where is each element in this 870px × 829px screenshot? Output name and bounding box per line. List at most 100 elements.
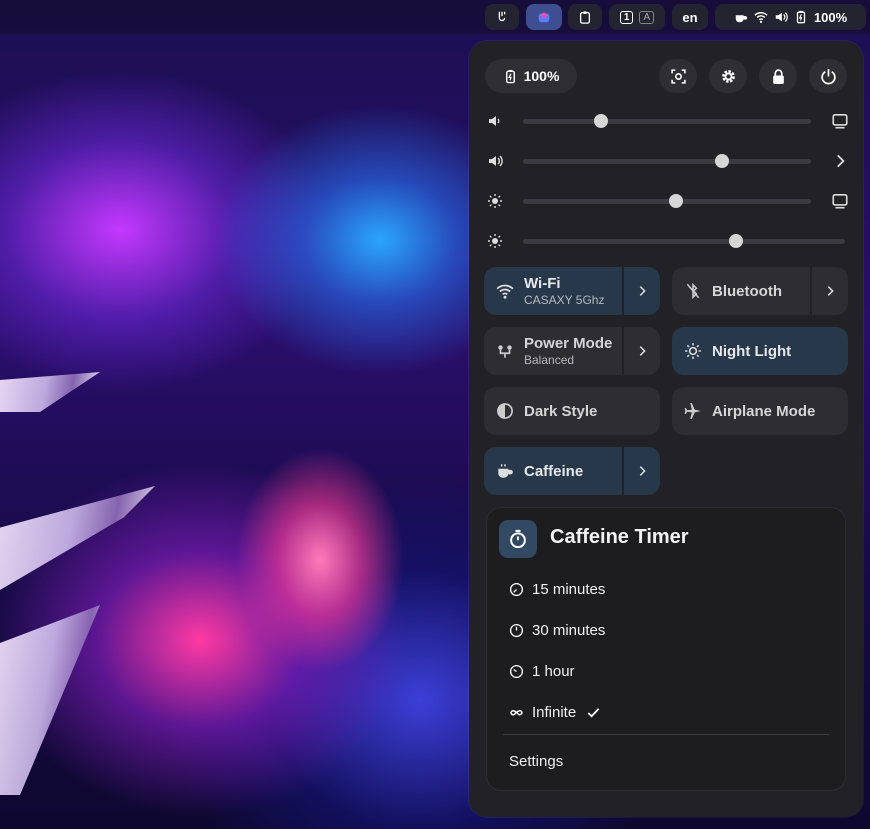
clock-full-icon (509, 664, 524, 678)
bluetooth-labels: Bluetooth (712, 283, 810, 300)
battery-icon (505, 69, 515, 83)
screenshot-icon (670, 68, 686, 84)
night-light-tile[interactable]: Night Light (672, 327, 848, 375)
wifi-title: Wi-Fi (524, 275, 561, 292)
chevron-right-icon (639, 286, 646, 296)
language-label: en (682, 9, 698, 25)
settings-button[interactable] (709, 59, 747, 93)
top-bar: 1 A en 100% (0, 0, 870, 34)
lock-button[interactable] (759, 59, 797, 93)
clock-half-icon (509, 623, 524, 637)
chevron-right-icon (639, 346, 646, 356)
app-indicator[interactable] (526, 4, 562, 30)
workspace-indicator[interactable]: 1 A (609, 4, 665, 30)
clipboard-indicator[interactable] (568, 4, 602, 30)
timer-header-icon (499, 520, 537, 558)
clock-quarter-icon (509, 582, 524, 596)
monitor-icon[interactable] (831, 192, 849, 210)
airplane-icon (684, 403, 701, 419)
slider-handle[interactable] (714, 154, 729, 168)
wifi-network: CASAXY 5Ghz (524, 293, 605, 307)
night-light-labels: Night Light (712, 343, 848, 360)
timer-option-label: Infinite (532, 703, 577, 721)
monitor-icon[interactable] (831, 112, 849, 130)
bluetooth-disabled-icon (686, 282, 700, 300)
wifi-labels: Wi-Fi CASAXY 5Ghz (524, 275, 622, 307)
volume-slider[interactable] (523, 154, 811, 168)
dark-style-icon (497, 403, 513, 419)
caffeine-menu-button[interactable] (622, 447, 660, 495)
caffeine-timer-title: Caffeine Timer (550, 526, 689, 548)
caffeine-settings-item[interactable]: Settings (509, 750, 563, 772)
airplane-mode-tile[interactable]: Airplane Mode (672, 387, 848, 435)
app-icon (538, 12, 550, 23)
chevron-right-icon[interactable] (831, 152, 849, 170)
wallpaper-crystal (0, 486, 155, 590)
speaker-high-icon (489, 155, 503, 167)
volume-slider[interactable] (523, 114, 811, 128)
timer-option-infinite[interactable]: Infinite (509, 701, 601, 723)
power-mode-title: Power Mode (524, 335, 613, 352)
airplane-mode-title: Airplane Mode (712, 402, 816, 420)
wifi-icon (496, 284, 514, 299)
caffeine-tile[interactable]: Caffeine (484, 447, 660, 495)
timer-option-1-hour[interactable]: 1 hour (509, 660, 575, 682)
bluetooth-tile[interactable]: Bluetooth (672, 267, 848, 315)
battery-icon (796, 10, 806, 24)
slider-fill (523, 199, 676, 204)
bluetooth-menu-button[interactable] (810, 267, 848, 315)
caffeine-title: Caffeine (524, 462, 584, 480)
timer-option-15-minutes[interactable]: 15 minutes (509, 578, 605, 600)
power-button[interactable] (809, 59, 847, 93)
slider-fill (523, 159, 722, 164)
coffee-icon (498, 464, 513, 478)
workspace-2[interactable]: A (639, 10, 655, 24)
caffeine-labels: Caffeine (524, 463, 622, 480)
power-mode-menu-button[interactable] (622, 327, 660, 375)
language-indicator[interactable]: en (672, 4, 708, 30)
dark-style-title: Dark Style (524, 402, 598, 420)
caffeine-indicator[interactable] (485, 4, 519, 30)
workspace-1[interactable]: 1 (619, 10, 634, 24)
bluetooth-title: Bluetooth (712, 282, 782, 300)
brightness-slider-row (483, 229, 849, 253)
slider-handle[interactable] (593, 114, 608, 128)
brightness-slider-row (483, 189, 849, 213)
infinity-icon (510, 709, 523, 716)
airplane-mode-labels: Airplane Mode (712, 403, 848, 420)
wifi-tile[interactable]: Wi-Fi CASAXY 5Ghz (484, 267, 660, 315)
timer-option-label: 1 hour (532, 662, 575, 680)
timer-option-30-minutes[interactable]: 30 minutes (509, 619, 605, 641)
system-indicators[interactable]: 100% (715, 4, 866, 30)
wifi-menu-button[interactable] (622, 267, 660, 315)
brightness-slider[interactable] (523, 234, 845, 248)
chevron-right-icon (827, 286, 834, 296)
settings-label: Settings (509, 752, 564, 770)
power-mode-labels: Power Mode Balanced (524, 335, 622, 367)
dark-style-tile[interactable]: Dark Style (484, 387, 660, 435)
screenshot-button[interactable] (659, 59, 697, 93)
checkmark-icon (587, 707, 600, 718)
sun-icon (488, 234, 502, 248)
quick-settings-panel: 100% Wi-Fi CASAXY 5Ghz Bluetooth Power M… (469, 41, 863, 817)
volume-slider-row (483, 109, 849, 133)
wallpaper-crystal (0, 372, 100, 412)
slider-handle[interactable] (668, 194, 683, 208)
gear-icon (721, 69, 735, 83)
volume-slider-row (483, 149, 849, 173)
battery-chip-label: 100% (523, 68, 560, 84)
brightness-slider[interactable] (523, 194, 811, 208)
chevron-right-icon (639, 466, 646, 476)
coffee-icon (735, 15, 747, 23)
caffeine-sidebar-icon (498, 11, 506, 22)
lock-icon (772, 68, 784, 84)
night-light-icon (685, 343, 701, 359)
power-mode-value: Balanced (524, 353, 575, 367)
battery-chip[interactable]: 100% (485, 59, 577, 93)
stopwatch-icon (510, 529, 526, 549)
power-mode-tile[interactable]: Power Mode Balanced (484, 327, 660, 375)
timer-option-label: 30 minutes (532, 621, 606, 639)
power-mode-icon (498, 345, 512, 358)
slider-handle[interactable] (728, 234, 743, 248)
wallpaper-crystal (0, 605, 100, 795)
